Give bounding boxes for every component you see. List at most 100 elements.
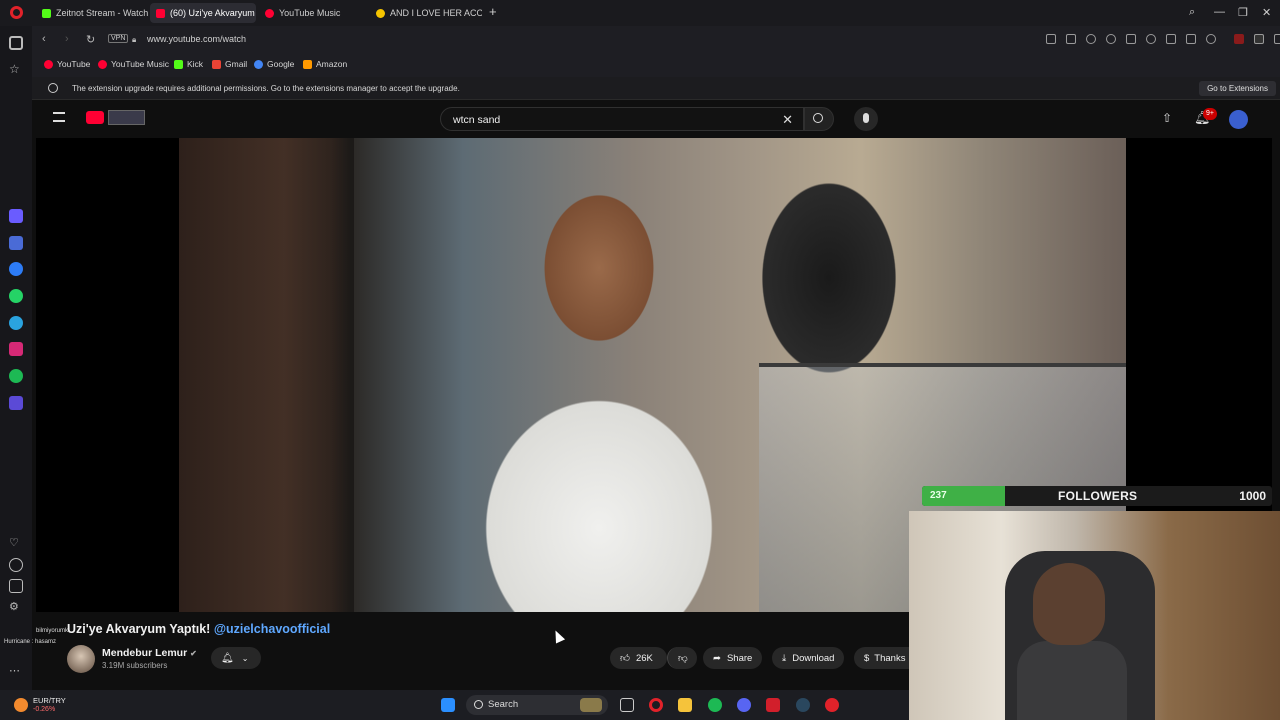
like-button[interactable]: 👍︎ 26K [610, 647, 667, 669]
opera-logo-icon[interactable] [10, 6, 23, 19]
vpn-badge[interactable]: VPN [108, 34, 129, 43]
tab-youtube-video[interactable]: (60) Uzi'ye Akvaryum [150, 3, 256, 23]
app-red-icon[interactable] [766, 698, 780, 712]
channel-name-text: Mendebur Lemur [102, 647, 188, 659]
dislike-icon: 👎︎ [678, 653, 688, 664]
channel-avatar[interactable] [67, 645, 95, 673]
history-icon[interactable] [9, 558, 23, 572]
close-window-button[interactable]: ✕ [1262, 6, 1271, 19]
search-tabs-icon[interactable]: ⌕ [1189, 6, 1195, 19]
history-icon[interactable] [1106, 34, 1116, 44]
extension-red-icon[interactable] [1234, 34, 1244, 44]
maximize-button[interactable]: ❐ [1238, 6, 1248, 19]
verified-icon: ✔ [190, 649, 197, 658]
channel-name[interactable]: Mendebur Lemur ✔ [102, 647, 197, 659]
go-to-extensions-button[interactable]: Go to Extensions [1199, 81, 1276, 96]
tab-and-i-love-her[interactable]: AND I LOVE HER ACOUST [370, 3, 482, 23]
thanks-button[interactable]: $ Thanks [854, 647, 909, 669]
youtube-header: wtcn sand ✕ ⇧ 🔔︎ 9+ [32, 101, 1272, 138]
channel-tag-link[interactable]: @uzielchavoofficial [214, 622, 330, 636]
star-icon[interactable]: ☆ [9, 62, 23, 76]
bookmark-label: YouTube [57, 59, 91, 69]
search-button[interactable] [804, 107, 834, 131]
telegram-icon[interactable] [9, 316, 23, 330]
channel-logo-icon[interactable] [108, 110, 145, 125]
extension-dark-icon[interactable] [1254, 34, 1264, 44]
voice-search-button[interactable] [854, 107, 878, 131]
amazon-icon [303, 59, 312, 69]
file-explorer-icon[interactable] [678, 698, 692, 712]
bookmark-youtube[interactable]: YouTube [44, 59, 90, 69]
lock-icon[interactable]: 🔒︎ [132, 35, 136, 45]
recorder-taskbar-icon[interactable] [825, 698, 839, 712]
play-icon[interactable] [1126, 34, 1136, 44]
search-input[interactable]: wtcn sand ✕ [440, 107, 804, 131]
taskbar-search-input[interactable]: Search [466, 695, 608, 715]
spotify-taskbar-icon[interactable] [708, 698, 722, 712]
youtube-favicon-icon [156, 8, 165, 18]
followers-current: 237 [930, 490, 947, 501]
tab-label: AND I LOVE HER ACOUST [390, 8, 482, 18]
discord-taskbar-icon[interactable] [737, 698, 751, 712]
youtube-logo-icon[interactable] [86, 111, 104, 124]
extensions-icon[interactable] [9, 579, 23, 593]
taskbar-search-label: Search [488, 699, 519, 710]
like-icon: 👍︎ [620, 653, 630, 664]
bookmark-google[interactable]: Google [254, 59, 294, 69]
followers-goal: 1000 [1239, 489, 1266, 503]
windows-start-icon[interactable] [441, 698, 455, 712]
more-icon[interactable]: ⋯ [9, 664, 23, 678]
forward-icon[interactable]: › [65, 33, 69, 45]
back-icon[interactable]: ‹ [42, 33, 46, 45]
like-count: 26K [635, 652, 653, 664]
video-scene-left [179, 138, 354, 612]
share-label: Share [726, 652, 753, 664]
heart-icon[interactable]: ♡ [9, 536, 23, 550]
reload-icon[interactable]: ↻ [86, 33, 95, 46]
clear-search-icon[interactable]: ✕ [782, 112, 793, 128]
spotify-icon[interactable] [9, 369, 23, 383]
shield-icon[interactable] [1086, 34, 1096, 44]
dislike-button[interactable]: 👎︎ [667, 647, 697, 669]
aria-icon[interactable] [9, 209, 23, 223]
followers-goal-bar: 237 FOLLOWERS 1000 [922, 486, 1272, 506]
heart-icon[interactable] [1146, 34, 1156, 44]
youtube-music-favicon-icon [265, 8, 274, 18]
shopping-icon[interactable] [9, 236, 23, 250]
extension-puzzle-icon[interactable] [1274, 34, 1280, 44]
url-field[interactable]: www.youtube.com/watch [147, 34, 246, 44]
browser-tab-bar: Zeitnot Stream - Watch Li (60) Uzi'ye Ak… [0, 0, 1280, 26]
music-favicon-icon [376, 8, 385, 18]
messenger-icon[interactable] [9, 262, 23, 276]
steam-taskbar-icon[interactable] [796, 698, 810, 712]
download-button[interactable]: ⤓ Download [772, 647, 845, 669]
bookmark-kick[interactable]: Kick [174, 59, 203, 69]
minimize-button[interactable]: — [1214, 6, 1225, 18]
bookmark-amazon[interactable]: Amazon [303, 59, 347, 69]
download-icon[interactable] [1166, 34, 1176, 44]
bookmark-youtube-music[interactable]: YouTube Music [98, 59, 169, 69]
notification-bell-button[interactable]: 🔔︎ ⌄ [211, 647, 261, 669]
bookmark-gmail[interactable]: Gmail [212, 59, 247, 69]
tab-youtube-music[interactable]: YouTube Music [259, 3, 365, 23]
account-icon[interactable] [1206, 34, 1216, 44]
new-tab-button[interactable]: + [489, 4, 497, 19]
tab-zeitnot[interactable]: Zeitnot Stream - Watch Li [36, 3, 148, 23]
home-icon[interactable] [9, 36, 23, 50]
avatar[interactable] [1229, 110, 1248, 129]
whatsapp-icon[interactable] [9, 289, 23, 303]
menu-icon[interactable] [1186, 34, 1196, 44]
task-view-icon[interactable] [620, 698, 634, 712]
weather-icon[interactable] [14, 698, 28, 712]
player-icon[interactable] [9, 396, 23, 410]
camera-icon[interactable] [1066, 34, 1076, 44]
chevron-down-icon: ⌄ [241, 653, 249, 663]
edit-icon[interactable] [1046, 34, 1056, 44]
upload-icon[interactable]: ⇧ [1162, 111, 1172, 125]
settings-icon[interactable]: ⚙ [9, 600, 23, 614]
opera-taskbar-icon[interactable] [649, 698, 663, 712]
menu-icon[interactable] [53, 112, 65, 122]
search-value: wtcn sand [453, 114, 501, 126]
instagram-icon[interactable] [9, 342, 23, 356]
share-button[interactable]: ➦ Share [703, 647, 763, 669]
